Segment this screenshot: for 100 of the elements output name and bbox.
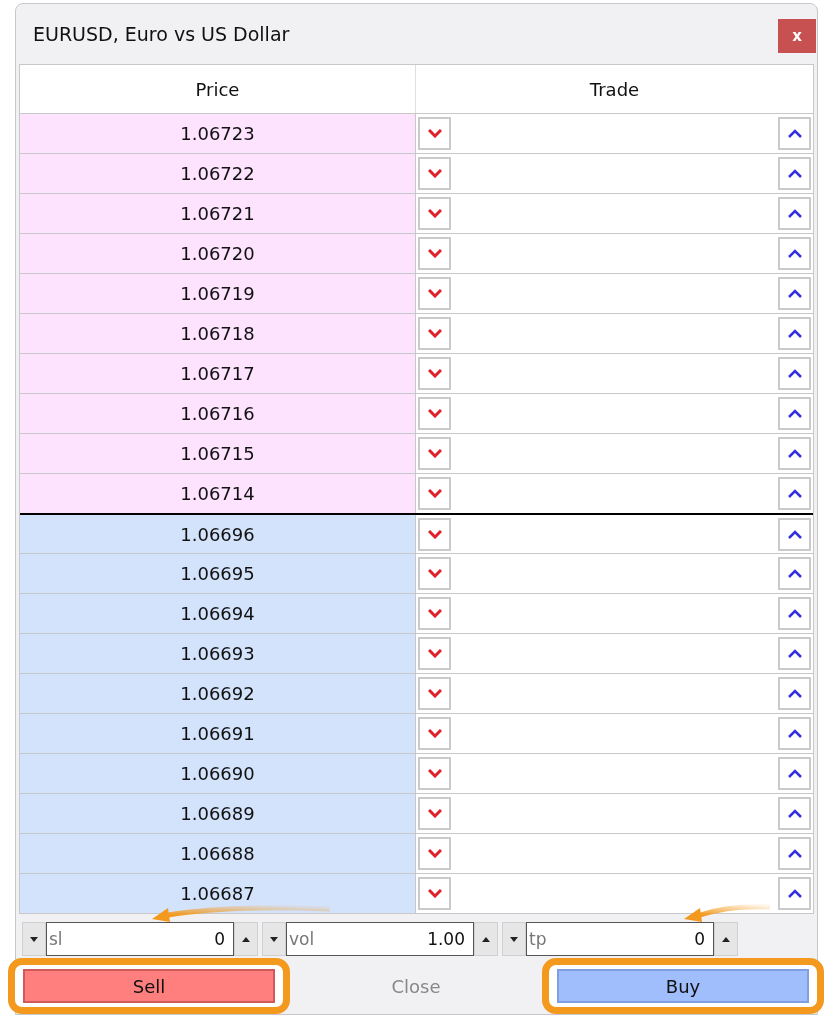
chevron-down-icon bbox=[427, 369, 442, 378]
price-cell: 1.06688 bbox=[20, 834, 415, 873]
buy-arrow-button[interactable] bbox=[778, 117, 811, 150]
sell-arrow-button[interactable] bbox=[418, 477, 451, 510]
sell-arrow-button[interactable] bbox=[418, 797, 451, 830]
buy-arrow-button[interactable] bbox=[778, 397, 811, 430]
sell-arrow-button[interactable] bbox=[418, 837, 451, 870]
buy-arrow-button[interactable] bbox=[778, 277, 811, 310]
price-cell: 1.06696 bbox=[20, 515, 415, 553]
sell-arrow-button[interactable] bbox=[418, 117, 451, 150]
sell-arrow-button[interactable] bbox=[418, 677, 451, 710]
price-cell: 1.06717 bbox=[20, 354, 415, 393]
buy-arrow-button[interactable] bbox=[778, 317, 811, 350]
price-cell: 1.06691 bbox=[20, 714, 415, 753]
sell-arrow-button[interactable] bbox=[418, 237, 451, 270]
chevron-down-icon bbox=[427, 529, 442, 539]
price-cell: 1.06693 bbox=[20, 634, 415, 673]
price-cell: 1.06720 bbox=[20, 234, 415, 273]
window-title: EURUSD, Euro vs US Dollar bbox=[33, 23, 290, 45]
sell-arrow-button[interactable] bbox=[418, 877, 451, 910]
field-value: 0 bbox=[214, 929, 225, 949]
sell-arrow-button[interactable] bbox=[418, 437, 451, 470]
increment-button[interactable] bbox=[714, 922, 738, 956]
sell-arrow-button[interactable] bbox=[418, 357, 451, 390]
buy-arrow-button[interactable] bbox=[778, 677, 811, 710]
chevron-down-icon bbox=[427, 769, 442, 778]
price-cell: 1.06687 bbox=[20, 874, 415, 913]
sell-arrow-button[interactable] bbox=[418, 757, 451, 790]
chevron-up-icon bbox=[787, 849, 802, 858]
chevron-down-icon bbox=[427, 649, 442, 658]
chevron-up-icon bbox=[787, 409, 802, 418]
sell-arrow-button[interactable] bbox=[418, 717, 451, 750]
chevron-down-icon bbox=[427, 409, 442, 418]
buy-arrow-button[interactable] bbox=[778, 557, 811, 590]
decrement-button[interactable] bbox=[502, 922, 526, 956]
chevron-up-icon bbox=[787, 809, 802, 818]
buy-arrow-button[interactable] bbox=[778, 237, 811, 270]
chevron-down-icon bbox=[427, 609, 442, 618]
sell-arrow-button[interactable] bbox=[418, 197, 451, 230]
sell-arrow-button[interactable] bbox=[418, 397, 451, 430]
chevron-up-icon bbox=[787, 649, 802, 658]
input-field[interactable]: tp 0 bbox=[526, 922, 714, 956]
buy-arrow-button[interactable] bbox=[778, 437, 811, 470]
triangle-up-icon bbox=[482, 936, 490, 942]
buy-arrow-button[interactable] bbox=[778, 717, 811, 750]
chevron-down-icon bbox=[427, 329, 442, 338]
chevron-up-icon bbox=[787, 609, 802, 618]
field-label: sl bbox=[49, 929, 63, 949]
buy-arrow-button[interactable] bbox=[778, 837, 811, 870]
field-label: vol bbox=[289, 929, 315, 949]
price-cell: 1.06714 bbox=[20, 474, 415, 513]
price-cell: 1.06722 bbox=[20, 154, 415, 193]
sell-arrow-button[interactable] bbox=[418, 637, 451, 670]
chevron-up-icon bbox=[787, 129, 802, 138]
chevron-down-icon bbox=[427, 289, 442, 298]
chevron-up-icon bbox=[787, 769, 802, 778]
sell-arrow-button[interactable] bbox=[418, 317, 451, 350]
sell-arrow-button[interactable] bbox=[418, 277, 451, 310]
chevron-down-icon bbox=[427, 169, 442, 178]
price-cell: 1.06718 bbox=[20, 314, 415, 353]
chevron-down-icon bbox=[427, 129, 442, 138]
buy-arrow-button[interactable] bbox=[778, 197, 811, 230]
buy-arrow-button[interactable] bbox=[778, 757, 811, 790]
input-field[interactable]: sl 0 bbox=[46, 922, 234, 956]
price-cell: 1.06715 bbox=[20, 434, 415, 473]
sell-arrow-button[interactable] bbox=[418, 597, 451, 630]
increment-button[interactable] bbox=[474, 922, 498, 956]
price-cell: 1.06690 bbox=[20, 754, 415, 793]
chevron-down-icon bbox=[427, 849, 442, 858]
close-button[interactable]: x bbox=[778, 19, 816, 53]
increment-button[interactable] bbox=[234, 922, 258, 956]
buy-arrow-button[interactable] bbox=[778, 157, 811, 190]
chevron-up-icon bbox=[787, 569, 802, 578]
buy-arrow-button[interactable] bbox=[778, 797, 811, 830]
buy-arrow-button[interactable] bbox=[778, 477, 811, 510]
decrement-button[interactable] bbox=[22, 922, 46, 956]
triangle-up-icon bbox=[242, 936, 250, 942]
chevron-up-icon bbox=[787, 169, 802, 178]
sell-button[interactable]: Sell bbox=[23, 969, 275, 1003]
chevron-up-icon bbox=[787, 529, 802, 539]
buy-arrow-button[interactable] bbox=[778, 517, 811, 551]
price-cell: 1.06692 bbox=[20, 674, 415, 713]
sell-arrow-button[interactable] bbox=[418, 557, 451, 590]
chevron-up-icon bbox=[787, 689, 802, 698]
buy-button[interactable]: Buy bbox=[557, 969, 809, 1003]
triangle-down-icon bbox=[30, 936, 38, 942]
chevron-down-icon bbox=[427, 729, 442, 738]
buy-arrow-button[interactable] bbox=[778, 637, 811, 670]
buy-arrow-button[interactable] bbox=[778, 597, 811, 630]
price-cell: 1.06695 bbox=[20, 554, 415, 593]
triangle-down-icon bbox=[270, 936, 278, 942]
input-field[interactable]: vol 1.00 bbox=[286, 922, 474, 956]
buy-arrow-button[interactable] bbox=[778, 877, 811, 910]
decrement-button[interactable] bbox=[262, 922, 286, 956]
field-label: tp bbox=[529, 929, 547, 949]
price-cell: 1.06689 bbox=[20, 794, 415, 833]
sell-arrow-button[interactable] bbox=[418, 517, 451, 551]
chevron-up-icon bbox=[787, 289, 802, 298]
sell-arrow-button[interactable] bbox=[418, 157, 451, 190]
buy-arrow-button[interactable] bbox=[778, 357, 811, 390]
